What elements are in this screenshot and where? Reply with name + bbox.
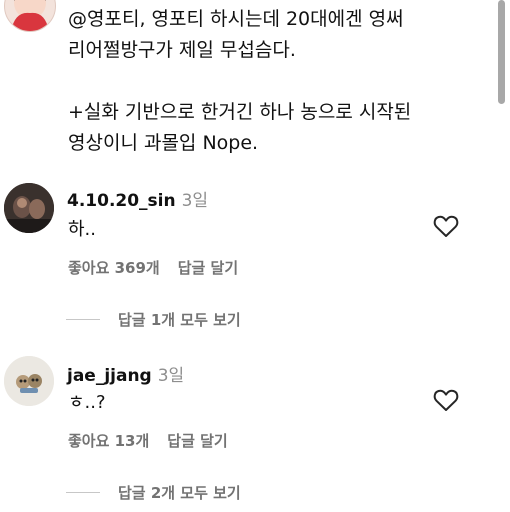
comment-line [68, 66, 411, 97]
comment-line: 영상이니 과몰입 Nope. [68, 132, 259, 154]
view-replies-label[interactable]: 답글 2개 모두 보기 [118, 482, 241, 503]
view-replies-button[interactable]: 답글 1개 모두 보기 [66, 309, 241, 330]
comment-meta: 좋아요 13개 답글 달기 [68, 430, 246, 451]
heart-icon [433, 215, 459, 237]
comment-text: ㅎ..? [68, 392, 106, 413]
top-comment-text: @영포티, 영포티 하시는데 20대에겐 영써 리어쩔방구가 제일 무섭슴다. … [68, 4, 411, 159]
comment-meta: 좋아요 369개 답글 달기 [68, 257, 256, 278]
reply-button[interactable]: 답글 달기 [167, 432, 227, 450]
avatar-photo [4, 183, 54, 233]
reply-button[interactable]: 답글 달기 [178, 259, 238, 277]
username[interactable]: jae_jjang [67, 366, 152, 386]
comment-line: +실화 기반으로 한거긴 하나 농으로 시작된 [68, 101, 412, 123]
comment-line: 리어쩔방구가 제일 무섭슴다. [68, 39, 296, 61]
timestamp: 3일 [181, 191, 209, 211]
avatar-photo [4, 356, 54, 406]
comment-username[interactable]: 4.10.20_sin 3일 [67, 186, 208, 211]
like-count[interactable]: 좋아요 369개 [68, 259, 160, 277]
like-count[interactable]: 좋아요 13개 [68, 432, 149, 450]
comment-text: 하.. [68, 219, 97, 240]
avatar[interactable] [4, 356, 54, 406]
username-cropped [70, 0, 230, 2]
divider [66, 492, 100, 493]
view-replies-label[interactable]: 답글 1개 모두 보기 [118, 309, 241, 330]
scrollbar-thumb[interactable] [498, 0, 505, 104]
heart-icon [433, 389, 459, 411]
avatar-illustration [11, 0, 49, 31]
timestamp: 3일 [157, 366, 185, 386]
username[interactable]: 4.10.20_sin [67, 191, 176, 211]
avatar[interactable] [4, 0, 56, 32]
divider [66, 319, 100, 320]
like-button[interactable] [433, 388, 459, 416]
avatar[interactable] [4, 183, 54, 233]
comment-line: @영포티, 영포티 하시는데 20대에겐 영써 [68, 8, 404, 30]
view-replies-button[interactable]: 답글 2개 모두 보기 [66, 482, 241, 503]
like-button[interactable] [433, 214, 459, 242]
comment-username[interactable]: jae_jjang 3일 [67, 361, 184, 386]
scrollbar[interactable] [494, 0, 510, 512]
